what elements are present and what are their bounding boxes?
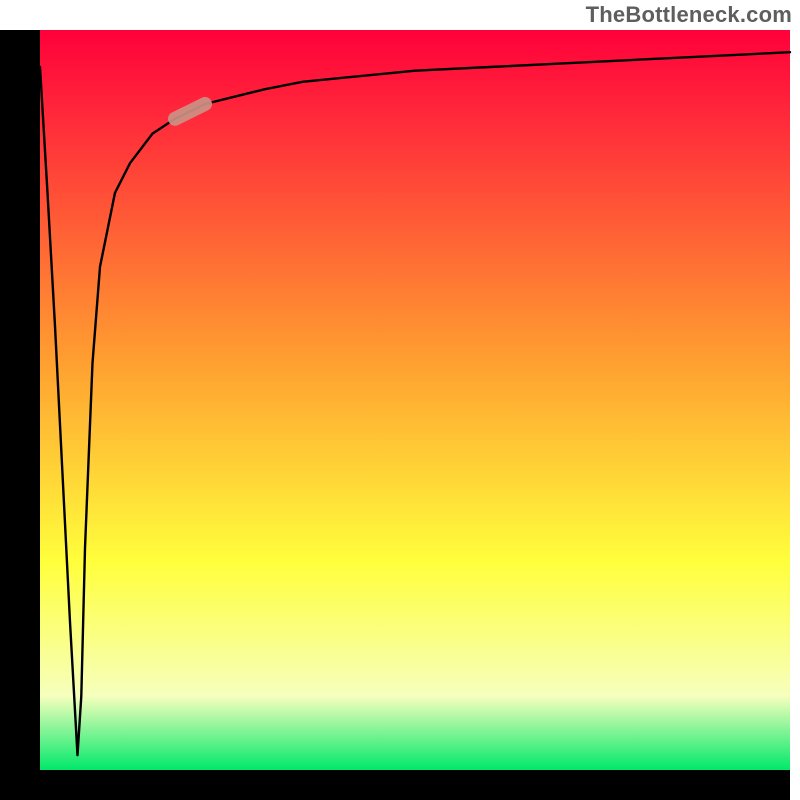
heat-background — [40, 30, 790, 770]
watermark-text: TheBottleneck.com — [586, 2, 792, 28]
chart-stage: TheBottleneck.com — [0, 0, 800, 800]
chart-canvas — [0, 0, 800, 800]
frame-bottom — [0, 770, 790, 800]
frame-left — [0, 30, 40, 800]
